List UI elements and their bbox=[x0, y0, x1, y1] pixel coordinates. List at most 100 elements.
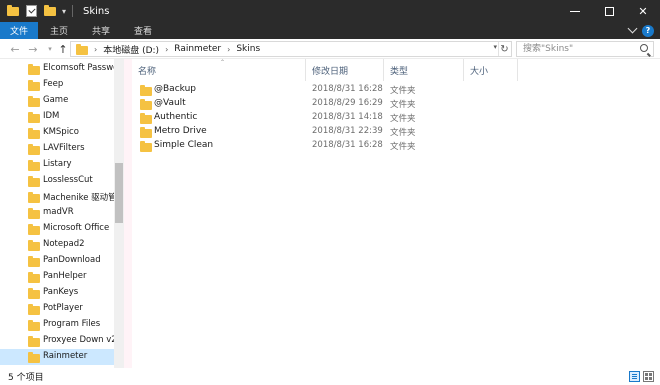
nav-item[interactable]: IDM bbox=[0, 109, 114, 125]
file-row[interactable]: Metro Drive 2018/8/31 22:39 文件夹 bbox=[138, 125, 468, 139]
folder-icon bbox=[28, 224, 40, 235]
expand-ribbon-icon[interactable] bbox=[627, 23, 638, 34]
details-view-icon[interactable] bbox=[629, 371, 640, 382]
recent-locations-icon[interactable]: ▾ bbox=[43, 41, 57, 57]
folder-icon bbox=[28, 192, 40, 203]
folder-icon bbox=[28, 352, 40, 363]
nav-item[interactable]: Program Files bbox=[0, 317, 114, 333]
new-folder-icon[interactable] bbox=[43, 4, 57, 18]
up-button[interactable]: ↑ bbox=[56, 41, 70, 57]
chevron-right-icon[interactable]: › bbox=[94, 45, 97, 54]
nav-item[interactable]: Proxyee Down v2.5 bbox=[0, 333, 114, 349]
properties-check-icon[interactable] bbox=[26, 5, 37, 17]
folder-icon bbox=[140, 141, 152, 152]
tab-share[interactable]: 共享 bbox=[80, 22, 122, 39]
quick-access-dropdown-icon[interactable]: ▾ bbox=[62, 7, 66, 16]
nav-item[interactable]: Microsoft Office bbox=[0, 221, 114, 237]
nav-item-label: Elcomsoft Password bbox=[43, 63, 114, 73]
status-bar: 5 个项目 bbox=[0, 368, 660, 385]
minimize-button[interactable] bbox=[558, 0, 592, 22]
help-icon[interactable]: ? bbox=[642, 24, 654, 37]
breadcrumb-skins[interactable]: Skins bbox=[236, 44, 260, 54]
back-button[interactable]: ← bbox=[8, 41, 22, 57]
pane-splitter[interactable] bbox=[124, 59, 132, 368]
nav-item[interactable]: Game bbox=[0, 93, 114, 109]
nav-item[interactable]: Machenike 驱动管家 bbox=[0, 189, 114, 205]
address-bar[interactable]: › 本地磁盘 (D:) › Rainmeter › Skins ▾ ↻ bbox=[70, 41, 512, 57]
breadcrumb-drive[interactable]: 本地磁盘 (D:) bbox=[103, 43, 159, 56]
nav-item[interactable]: Listary bbox=[0, 157, 114, 173]
folder-icon bbox=[28, 160, 40, 171]
nav-item[interactable]: PanKeys bbox=[0, 285, 114, 301]
file-type: 文件夹 bbox=[390, 114, 416, 124]
tab-view[interactable]: 查看 bbox=[122, 22, 164, 39]
nav-item[interactable]: Elcomsoft Password bbox=[0, 61, 114, 77]
title-separator bbox=[72, 5, 74, 17]
search-input[interactable] bbox=[517, 42, 629, 56]
nav-item-label: Program Files bbox=[43, 319, 101, 329]
chevron-right-icon[interactable]: › bbox=[227, 45, 230, 54]
address-dropdown-icon[interactable]: ▾ bbox=[493, 43, 497, 51]
nav-scrollbar-thumb[interactable] bbox=[115, 163, 123, 223]
nav-item-label: madVR bbox=[43, 207, 74, 217]
column-header-size[interactable]: 大小 bbox=[464, 59, 518, 81]
refresh-icon[interactable]: ↻ bbox=[498, 42, 510, 56]
large-icons-view-icon[interactable] bbox=[643, 371, 654, 382]
tab-file[interactable]: 文件 bbox=[0, 22, 39, 39]
folder-icon bbox=[28, 96, 40, 107]
folder-icon bbox=[28, 240, 40, 251]
nav-item[interactable]: PanHelper bbox=[0, 269, 114, 285]
nav-item-label: LAVFilters bbox=[43, 143, 85, 153]
file-name: Simple Clean bbox=[154, 140, 214, 150]
file-name: @Backup bbox=[154, 84, 196, 94]
nav-item-label: IDM bbox=[43, 111, 60, 121]
folder-icon bbox=[28, 80, 40, 91]
breadcrumb-rainmeter[interactable]: Rainmeter bbox=[174, 44, 221, 54]
folder-icon bbox=[28, 256, 40, 267]
close-button[interactable]: ✕ bbox=[626, 0, 660, 22]
nav-item[interactable]: LAVFilters bbox=[0, 141, 114, 157]
title-bar: ▾ Skins ✕ bbox=[0, 0, 660, 22]
nav-item[interactable]: LosslessCut bbox=[0, 173, 114, 189]
file-date: 2018/8/31 16:28 bbox=[312, 140, 383, 150]
file-row[interactable]: Authentic 2018/8/31 14:18 文件夹 bbox=[138, 111, 468, 125]
column-header-date[interactable]: 修改日期 bbox=[306, 59, 384, 81]
folder-icon bbox=[28, 176, 40, 187]
nav-item-label: Microsoft Office bbox=[43, 223, 110, 233]
file-date: 2018/8/31 22:39 bbox=[312, 126, 383, 136]
file-list[interactable]: ⌃ 名称 修改日期 类型 大小 @Backup 2018/8/31 16:28 … bbox=[132, 59, 660, 368]
nav-item[interactable]: Notepad2 bbox=[0, 237, 114, 253]
folder-icon bbox=[28, 288, 40, 299]
nav-item-label: KMSpico bbox=[43, 127, 79, 137]
window-title: Skins bbox=[83, 5, 110, 17]
navigation-pane[interactable]: Elcomsoft Password Feep Game IDM KMSpico… bbox=[0, 59, 124, 368]
nav-scrollbar[interactable] bbox=[114, 59, 124, 368]
file-row[interactable]: @Backup 2018/8/31 16:28 文件夹 bbox=[138, 83, 468, 97]
maximize-button[interactable] bbox=[592, 0, 626, 22]
folder-icon bbox=[28, 320, 40, 331]
nav-item[interactable]: madVR bbox=[0, 205, 114, 221]
folder-icon bbox=[28, 272, 40, 283]
file-name: Metro Drive bbox=[154, 126, 207, 136]
file-name: Authentic bbox=[154, 112, 198, 122]
tab-home[interactable]: 主页 bbox=[38, 22, 80, 39]
file-type: 文件夹 bbox=[390, 100, 416, 110]
forward-button[interactable]: → bbox=[26, 41, 40, 57]
nav-item[interactable]: PanDownload bbox=[0, 253, 114, 269]
search-icon[interactable] bbox=[640, 44, 648, 52]
chevron-right-icon[interactable]: › bbox=[165, 45, 168, 54]
search-box[interactable] bbox=[516, 41, 654, 57]
file-row[interactable]: Simple Clean 2018/8/31 16:28 文件夹 bbox=[138, 139, 468, 153]
item-count: 5 个项目 bbox=[8, 373, 44, 383]
nav-item-label: Machenike 驱动管家 bbox=[43, 193, 114, 203]
nav-item[interactable]: KMSpico bbox=[0, 125, 114, 141]
column-header-name[interactable]: 名称 bbox=[132, 59, 306, 81]
file-row[interactable]: @Vault 2018/8/29 16:29 文件夹 bbox=[138, 97, 468, 111]
column-header-type[interactable]: 类型 bbox=[384, 59, 464, 81]
nav-item-label: PanHelper bbox=[43, 271, 87, 281]
nav-item-selected[interactable]: Rainmeter bbox=[0, 349, 114, 365]
nav-item[interactable]: PotPlayer bbox=[0, 301, 114, 317]
folder-icon bbox=[28, 112, 40, 123]
nav-item-label: PanDownload bbox=[43, 255, 101, 265]
nav-item[interactable]: Feep bbox=[0, 77, 114, 93]
